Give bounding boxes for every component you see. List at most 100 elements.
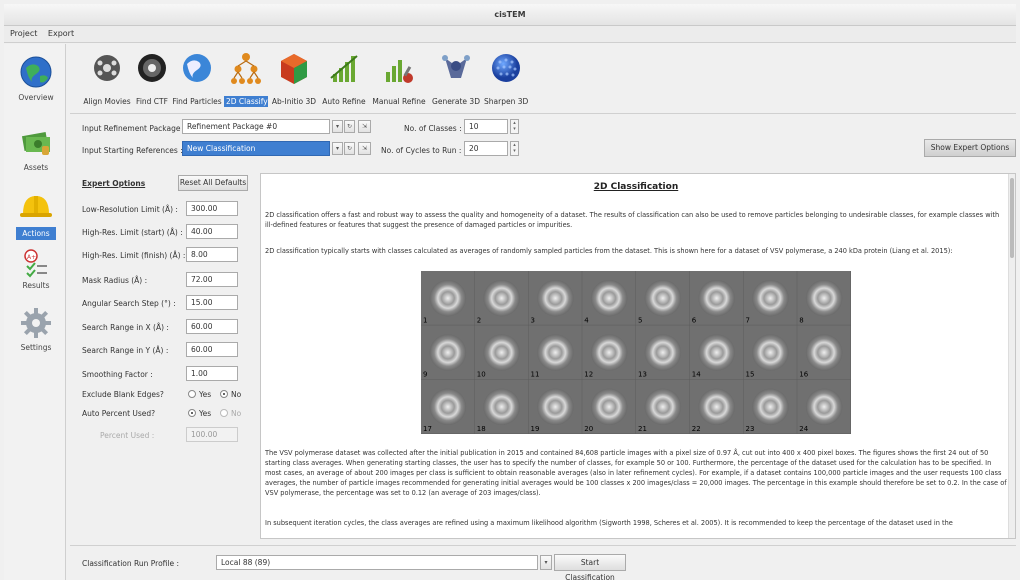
class-number-label: 1	[423, 316, 427, 324]
nav-item-actions[interactable]: Actions	[8, 188, 64, 240]
nav-item-settings[interactable]: Settings	[8, 306, 64, 352]
sphere-icon	[492, 54, 520, 82]
combo-arrow-icon[interactable]: ▾	[332, 142, 343, 155]
info-paragraph-4: In subsequent iteration cycles, the clas…	[265, 519, 953, 527]
tool-find-ctf[interactable]: Find CTF	[134, 48, 170, 107]
particle-average	[429, 279, 467, 317]
info-paragraph-3: The VSV polymerase dataset was collected…	[265, 449, 1007, 497]
angular-step-input[interactable]: 15.00	[186, 295, 238, 310]
particle-average	[752, 279, 789, 317]
reset-defaults-button[interactable]: Reset All Defaults	[178, 175, 248, 191]
particle-average	[805, 279, 843, 317]
num-classes-input[interactable]: 10	[464, 119, 508, 134]
spin-buttons-icon[interactable]: ▴ ▾	[510, 141, 519, 156]
class-averages-grid: 1 2 3 4 5 6 7 89 10 11 12 13 14 15 1617 18 19 20 21 22 23 24	[421, 271, 851, 434]
window-title: cisTEM	[4, 4, 1016, 26]
auto-percent-yes-radio[interactable]: Yes	[188, 409, 211, 418]
high-res-finish-input[interactable]: 8.00	[186, 247, 238, 262]
field-label: Search Range in X (Å) :	[82, 323, 169, 332]
import-icon[interactable]: ⇲	[358, 142, 371, 155]
tool-2d-classify[interactable]: 2D Classify	[224, 48, 268, 107]
nav-item-assets[interactable]: Assets	[8, 124, 64, 172]
class-number-label: 23	[746, 425, 755, 433]
percent-used-input[interactable]: 100.00	[186, 427, 238, 442]
particle-average	[644, 279, 682, 317]
smoothing-factor-input[interactable]: 1.00	[186, 366, 238, 381]
class-number-label: 6	[692, 316, 697, 324]
radio-label: No	[231, 409, 242, 418]
tool-ab-initio-3d[interactable]: Ab-Initio 3D	[268, 48, 320, 107]
info-panel: 2D Classification 2D classification offe…	[260, 173, 1016, 539]
run-profile-combo[interactable]: Local 88 (89)	[216, 555, 538, 570]
field-label: Mask Radius (Å) :	[82, 276, 148, 285]
tool-auto-refine[interactable]: Auto Refine	[320, 48, 368, 107]
radio-label: Yes	[199, 390, 212, 399]
particle-average	[590, 388, 628, 426]
start-classification-button[interactable]: Start Classification	[554, 554, 626, 582]
mask-radius-input[interactable]: 72.00	[186, 272, 238, 287]
class-number-label: 18	[477, 425, 486, 433]
num-cycles-input[interactable]: 20	[464, 141, 508, 156]
class-number-label: 10	[477, 371, 486, 379]
show-expert-options-button[interactable]: Show Expert Options	[924, 139, 1016, 157]
class-number-label: 13	[638, 371, 647, 379]
refinement-package-combo[interactable]: Refinement Package #0	[182, 119, 330, 134]
search-range-x-input[interactable]: 60.00	[186, 319, 238, 334]
chevron-down-icon[interactable]: ▾	[540, 555, 552, 570]
tool-label: Find CTF	[136, 97, 168, 106]
particle-average	[805, 334, 843, 371]
search-range-y-input[interactable]: 60.00	[186, 342, 238, 357]
class-number-label: 16	[799, 371, 808, 379]
hierarchy-icon	[231, 53, 261, 84]
spin-buttons-icon[interactable]: ▴ ▾	[510, 119, 519, 134]
hard-hat-icon	[20, 196, 52, 217]
particle-average	[429, 334, 467, 371]
field-label: Smoothing Factor :	[82, 370, 153, 379]
particle-average	[752, 388, 789, 426]
starting-references-combo[interactable]: New Classification	[182, 141, 330, 156]
info-scrollbar[interactable]	[1008, 174, 1015, 538]
low-res-limit-input[interactable]: 300.00	[186, 201, 238, 216]
class-number-label: 24	[799, 425, 808, 433]
refresh-icon[interactable]: ↻	[344, 142, 355, 155]
menu-project[interactable]: Project	[4, 26, 39, 38]
tool-manual-refine[interactable]: Manual Refine	[368, 48, 430, 107]
money-stack-icon	[21, 132, 50, 155]
refresh-icon[interactable]: ↻	[344, 120, 355, 133]
cube-icon	[281, 54, 307, 84]
high-res-start-input[interactable]: 40.00	[186, 224, 238, 239]
exclude-blank-no-radio[interactable]: No	[220, 390, 241, 399]
exclude-blank-label: Exclude Blank Edges?	[82, 390, 164, 399]
ctf-ring-icon	[138, 54, 166, 82]
checklist-icon: A+	[24, 249, 47, 278]
nav-item-overview[interactable]: Overview	[8, 54, 64, 102]
particle-average	[483, 279, 520, 317]
field-label: Low-Resolution Limit (Å) :	[82, 205, 178, 214]
combo-arrow-icon[interactable]: ▾	[332, 120, 343, 133]
particle-average	[590, 334, 628, 371]
class-number-label: 21	[638, 425, 647, 433]
scroll-thumb[interactable]	[1010, 178, 1014, 258]
nav-label: Assets	[23, 163, 49, 172]
tool-label: 2D Classify	[224, 96, 268, 107]
exclude-blank-yes-radio[interactable]: Yes	[188, 390, 211, 399]
class-number-label: 3	[531, 316, 535, 324]
chart-tools-icon	[386, 60, 413, 83]
tool-find-particles[interactable]: Find Particles	[170, 48, 224, 107]
menu-export[interactable]: Export	[42, 26, 76, 38]
tool-label: Ab-Initio 3D	[271, 97, 317, 106]
nav-label: Settings	[20, 343, 52, 352]
radio-label: No	[231, 390, 242, 399]
import-icon[interactable]: ⇲	[358, 120, 371, 133]
particle-average	[698, 388, 735, 426]
tool-generate-3d[interactable]: Generate 3D	[430, 48, 482, 107]
radio-off-icon	[188, 390, 196, 398]
tool-sharpen-3d[interactable]: Sharpen 3D	[482, 48, 530, 107]
auto-percent-no-radio[interactable]: No	[220, 409, 241, 418]
tool-align-movies[interactable]: Align Movies	[80, 48, 134, 107]
particle-average	[805, 388, 843, 426]
nav-item-results[interactable]: A+ Results	[8, 248, 64, 290]
percent-used-label: Percent Used :	[100, 431, 155, 440]
class-number-label: 9	[423, 371, 427, 379]
field-label: Angular Search Step (°) :	[82, 299, 176, 308]
